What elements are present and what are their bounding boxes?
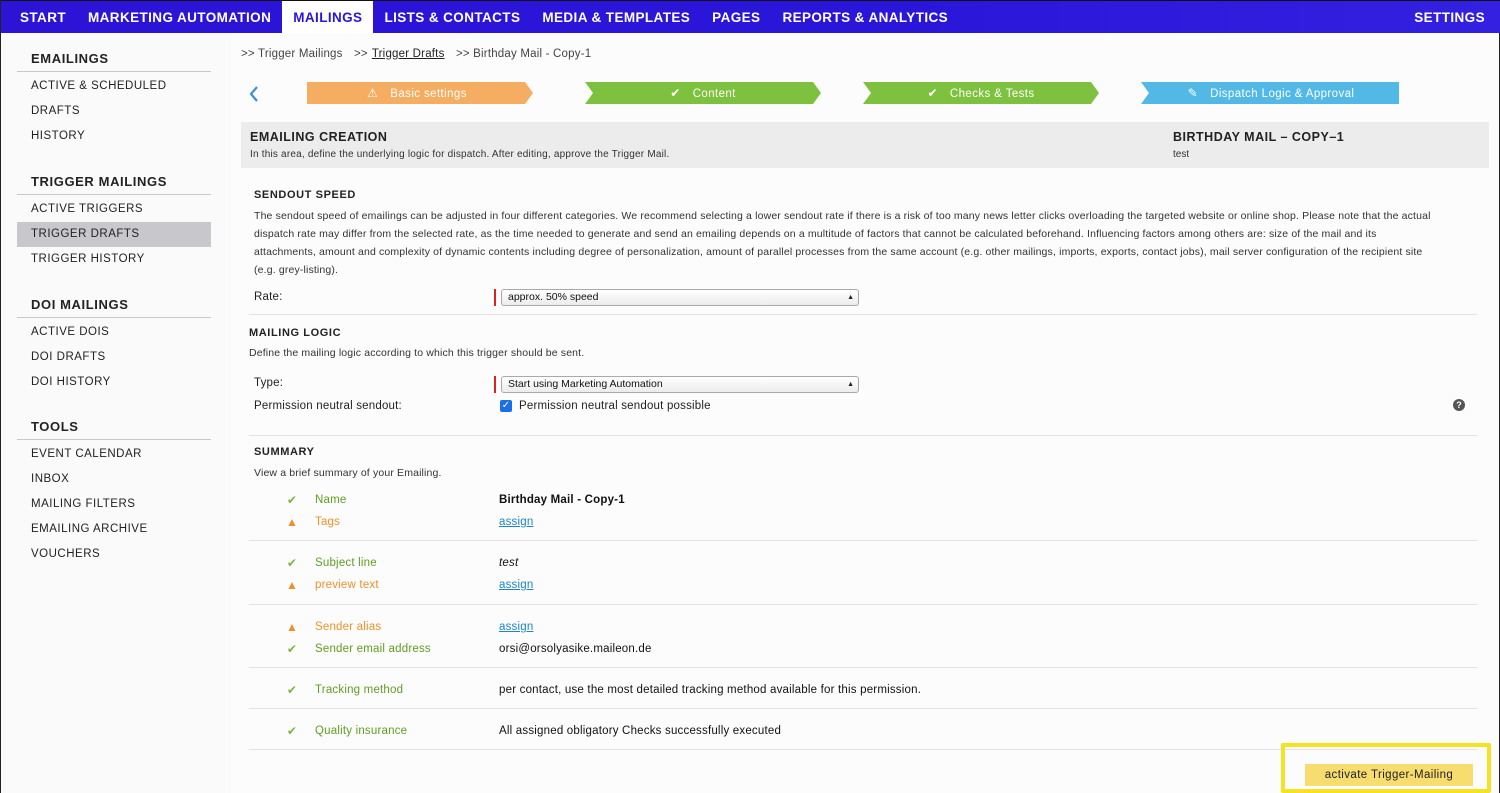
- check-icon: ✔: [286, 724, 298, 738]
- sidebar-heading: DOI MAILINGS: [17, 292, 211, 318]
- warning-icon: ▲: [285, 620, 299, 634]
- divider: [249, 435, 1477, 436]
- mailing-logic-description: Define the mailing logic according to wh…: [249, 347, 585, 359]
- check-icon: ✔: [927, 86, 938, 100]
- divider: [249, 604, 1477, 605]
- summary-description: View a brief summary of your Emailing.: [254, 467, 442, 479]
- breadcrumb-separator: >>: [354, 48, 368, 60]
- sidebar-heading: TOOLS: [17, 414, 211, 440]
- warning-icon: ▲: [285, 515, 299, 529]
- sidebar-item-event-calendar[interactable]: EVENT CALENDAR: [17, 442, 211, 467]
- sidebar-item-vouchers[interactable]: VOUCHERS: [17, 542, 211, 567]
- check-icon: ✔: [286, 683, 298, 697]
- nav-marketing-automation[interactable]: MARKETING AUTOMATION: [77, 1, 282, 34]
- sendout-speed-heading: SENDOUT SPEED: [254, 189, 356, 201]
- nav-pages[interactable]: PAGES: [701, 1, 771, 34]
- sidebar-item-trigger-drafts[interactable]: TRIGGER DRAFTS: [17, 222, 211, 247]
- divider: [249, 540, 1477, 541]
- nav-reports-analytics[interactable]: REPORTS & ANALYTICS: [771, 1, 959, 34]
- sidebar-item-active-dois[interactable]: ACTIVE DOIS: [17, 320, 211, 345]
- pencil-icon: ✎: [1187, 86, 1199, 100]
- sidebar-item-mailing-filters[interactable]: MAILING FILTERS: [17, 492, 211, 517]
- step-dispatch-logic-approval[interactable]: ✎ Dispatch Logic & Approval: [1147, 82, 1395, 104]
- mail-title: BIRTHDAY MAIL – COPY–1: [1173, 130, 1345, 144]
- required-marker: [494, 289, 496, 306]
- select-arrows-icon: ▲: [847, 294, 854, 301]
- sidebar-section-emailings: EMAILINGS ACTIVE & SCHEDULED DRAFTS HIST…: [17, 46, 211, 149]
- step-basic-settings[interactable]: ⚠ Basic settings: [307, 82, 527, 104]
- mailing-logic-heading: MAILING LOGIC: [249, 327, 342, 339]
- breadcrumb-current: >> Birthday Mail - Copy-1: [455, 48, 592, 60]
- sidebar-item-active-scheduled[interactable]: ACTIVE & SCHEDULED: [17, 74, 211, 99]
- assign-preview-text-link[interactable]: assign: [499, 579, 533, 591]
- select-arrows-icon: ▲: [847, 381, 854, 388]
- type-label: Type:: [254, 377, 284, 389]
- creation-heading: EMAILING CREATION: [250, 130, 388, 144]
- sidebar-section-trigger-mailings: TRIGGER MAILINGS ACTIVE TRIGGERS TRIGGER…: [17, 169, 211, 272]
- sidebar-item-active-triggers[interactable]: ACTIVE TRIGGERS: [17, 197, 211, 222]
- sidebar-item-inbox[interactable]: INBOX: [17, 467, 211, 492]
- rate-select[interactable]: approx. 50% speed ▲: [501, 289, 859, 306]
- sidebar-item-doi-history[interactable]: DOI HISTORY: [17, 370, 211, 395]
- mail-subject: test: [1173, 149, 1190, 160]
- nav-start[interactable]: START: [1, 1, 77, 34]
- permission-checkbox-label: Permission neutral sendout possible: [519, 400, 711, 412]
- step-content[interactable]: ✔ Content: [591, 82, 815, 104]
- type-select[interactable]: Start using Marketing Automation ▲: [501, 376, 859, 393]
- help-icon[interactable]: ?: [1453, 399, 1465, 411]
- sidebar: EMAILINGS ACTIVE & SCHEDULED DRAFTS HIST…: [1, 33, 231, 793]
- sidebar-item-trigger-history[interactable]: TRIGGER HISTORY: [17, 247, 211, 272]
- nav-settings[interactable]: SETTINGS: [1414, 1, 1485, 34]
- activate-trigger-mailing-button[interactable]: activate Trigger-Mailing: [1305, 764, 1473, 786]
- activate-highlight: activate Trigger-Mailing: [1281, 743, 1491, 793]
- sidebar-section-tools: TOOLS EVENT CALENDAR INBOX MAILING FILTE…: [17, 414, 211, 567]
- chevron-left-icon[interactable]: [247, 84, 261, 104]
- warning-icon: ▲: [285, 578, 299, 592]
- check-icon: ✔: [286, 556, 298, 570]
- emailing-creation-header: EMAILING CREATION In this area, define t…: [241, 122, 1489, 168]
- summary-heading: SUMMARY: [254, 446, 315, 458]
- sidebar-item-history[interactable]: HISTORY: [17, 124, 211, 149]
- check-icon: ✔: [670, 86, 681, 100]
- required-marker: [494, 376, 496, 393]
- breadcrumb-trigger-drafts[interactable]: Trigger Drafts: [372, 48, 445, 60]
- check-icon: ✔: [286, 493, 298, 507]
- sidebar-heading: EMAILINGS: [17, 46, 211, 72]
- divider: [249, 667, 1477, 668]
- nav-settings-wrap: SETTINGS: [1414, 1, 1485, 34]
- main-content: >> Trigger Mailings >> Trigger Drafts >> …: [231, 33, 1499, 793]
- check-icon: ✔: [286, 642, 298, 656]
- rate-label: Rate:: [254, 291, 283, 303]
- sidebar-section-doi-mailings: DOI MAILINGS ACTIVE DOIS DOI DRAFTS DOI …: [17, 292, 211, 395]
- nav-media-templates[interactable]: MEDIA & TEMPLATES: [531, 1, 701, 34]
- sidebar-item-doi-drafts[interactable]: DOI DRAFTS: [17, 345, 211, 370]
- divider: [249, 708, 1477, 709]
- sidebar-item-drafts[interactable]: DRAFTS: [17, 99, 211, 124]
- sidebar-item-emailing-archive[interactable]: EMAILING ARCHIVE: [17, 517, 211, 542]
- assign-tags-link[interactable]: assign: [499, 516, 533, 528]
- assign-sender-alias-link[interactable]: assign: [499, 621, 533, 633]
- warning-icon: ⚠: [367, 86, 379, 100]
- permission-label: Permission neutral sendout:: [254, 400, 402, 412]
- nav-mailings[interactable]: MAILINGS: [282, 0, 374, 34]
- divider: [249, 314, 1477, 315]
- creation-description: In this area, define the underlying logi…: [250, 149, 670, 160]
- step-checks-tests[interactable]: ✔ Checks & Tests: [869, 82, 1093, 104]
- nav-lists-contacts[interactable]: LISTS & CONTACTS: [373, 1, 531, 34]
- breadcrumb: >> Trigger Mailings >> Trigger Drafts >> …: [241, 48, 599, 60]
- breadcrumb-trigger-mailings[interactable]: >> Trigger Mailings: [241, 48, 343, 60]
- permission-neutral-checkbox[interactable]: ✓: [500, 400, 512, 412]
- sidebar-heading: TRIGGER MAILINGS: [17, 169, 211, 195]
- top-navigation: START MARKETING AUTOMATION MAILINGS LIST…: [1, 0, 1500, 34]
- sendout-speed-description: The sendout speed of emailings can be ad…: [254, 210, 1431, 276]
